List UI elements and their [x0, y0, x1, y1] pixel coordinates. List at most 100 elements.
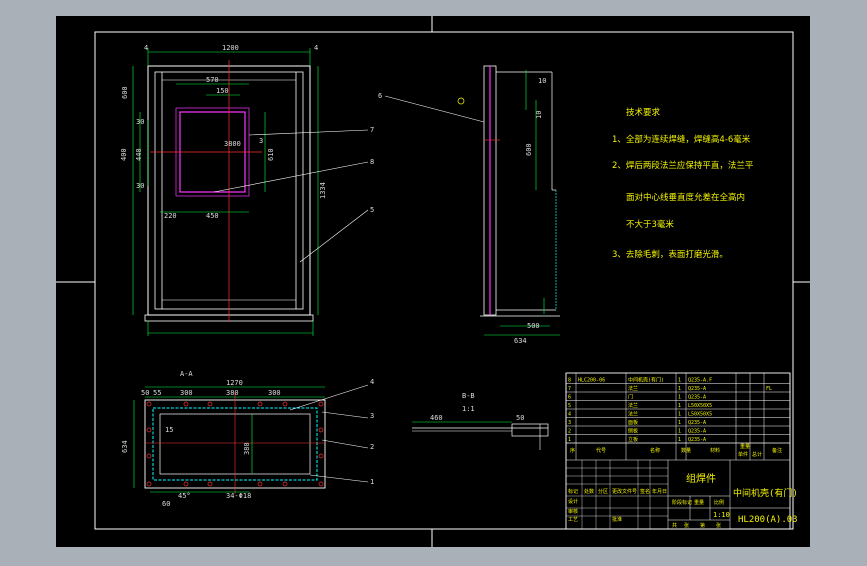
svg-text:220: 220 — [164, 212, 177, 220]
svg-text:1334: 1334 — [319, 182, 327, 199]
bom-cell: Q235-A.F — [688, 378, 712, 384]
svg-text:30: 30 — [136, 118, 144, 126]
bom-cell: 1 — [678, 420, 681, 426]
svg-text:634: 634 — [121, 440, 129, 453]
bom-cell: HLC200-06 — [578, 378, 605, 384]
svg-text:批准: 批准 — [612, 516, 622, 523]
bom-cell: 面板 — [628, 419, 638, 426]
bom-cell: Q235-A — [688, 386, 706, 392]
svg-text:重量: 重量 — [740, 443, 750, 450]
svg-text:代号: 代号 — [596, 447, 606, 454]
svg-text:50: 50 — [141, 389, 149, 397]
bom-cell: 法兰 — [628, 402, 638, 409]
bom-cell: 1 — [678, 429, 681, 435]
svg-text:15: 15 — [165, 426, 173, 434]
svg-text:审核: 审核 — [568, 508, 578, 515]
svg-text:序: 序 — [570, 447, 575, 454]
svg-text:重量: 重量 — [694, 499, 704, 506]
bom-cell: 6 — [568, 395, 571, 401]
engineering-drawing: 1200 4 4 570 150 600 400 440 30 30 610 2… — [56, 16, 810, 547]
svg-text:单件: 单件 — [738, 451, 748, 458]
svg-text:比例: 比例 — [714, 499, 724, 506]
bom-cell: 门 — [628, 394, 633, 401]
balloon-5: 5 — [370, 206, 374, 214]
svg-text:工艺: 工艺 — [568, 517, 578, 523]
svg-text:阶段标记: 阶段标记 — [672, 499, 692, 506]
bom-cell: 中间机壳(有门) — [628, 377, 664, 384]
svg-text:3: 3 — [259, 137, 263, 145]
svg-text:300: 300 — [180, 389, 193, 397]
svg-text:A-A: A-A — [180, 370, 193, 378]
svg-text:签名: 签名 — [640, 488, 650, 495]
bom-cell: 3 — [568, 420, 571, 426]
svg-text:分区: 分区 — [598, 488, 608, 495]
svg-text:张: 张 — [716, 522, 721, 529]
svg-text:不大于3毫米: 不大于3毫米 — [626, 219, 674, 230]
svg-text:150: 150 — [216, 87, 229, 95]
svg-text:300: 300 — [268, 389, 281, 397]
svg-text:570: 570 — [206, 76, 219, 84]
drawing-scale: 1:10 — [713, 511, 730, 519]
sheet-background — [56, 16, 810, 547]
svg-text:60: 60 — [162, 500, 170, 508]
svg-text:年月日: 年月日 — [652, 488, 667, 495]
bom-cell: 1 — [678, 403, 681, 409]
svg-text:10: 10 — [535, 111, 543, 119]
svg-text:440: 440 — [135, 148, 143, 161]
balloon-6: 6 — [378, 92, 382, 100]
svg-text:B-B: B-B — [462, 392, 475, 400]
svg-text:第: 第 — [700, 522, 705, 529]
bom-cell: Q235-A — [688, 395, 706, 401]
svg-text:更改文件号: 更改文件号 — [612, 488, 637, 495]
bom-cell: Q235-A — [688, 437, 706, 443]
svg-text:50: 50 — [516, 414, 524, 422]
bom-cell: 7 — [568, 386, 571, 392]
bom-cell: 1 — [678, 378, 681, 384]
bom-cell: L50X50X5 — [688, 412, 712, 418]
balloon-2: 2 — [370, 443, 374, 451]
balloon-8: 8 — [370, 158, 374, 166]
bom-cell: 法兰 — [628, 411, 638, 418]
svg-text:1270: 1270 — [226, 379, 243, 387]
bom-cell: Q235-A — [688, 420, 706, 426]
drawing-name: 组焊件 — [686, 472, 716, 485]
svg-text:600: 600 — [121, 86, 129, 99]
svg-text:500: 500 — [527, 322, 540, 330]
bom-cell: Q235-A — [688, 429, 706, 435]
balloon-1: 1 — [370, 478, 374, 486]
svg-text:面对中心线垂直度允差在全高内: 面对中心线垂直度允差在全高内 — [626, 192, 745, 203]
svg-text:技术要求: 技术要求 — [626, 107, 661, 118]
svg-text:634: 634 — [514, 337, 527, 345]
svg-text:380: 380 — [243, 442, 251, 455]
svg-text:450: 450 — [206, 212, 219, 220]
svg-text:2、焊后两段法兰应保持平直，法兰平: 2、焊后两段法兰应保持平直，法兰平 — [612, 160, 754, 171]
cad-viewport[interactable]: 1200 4 4 570 150 600 400 440 30 30 610 2… — [0, 0, 867, 562]
svg-text:4: 4 — [144, 44, 148, 52]
svg-text:1、全部为连续焊缝，焊缝高4-6毫米: 1、全部为连续焊缝，焊缝高4-6毫米 — [612, 134, 751, 145]
svg-text:600: 600 — [525, 143, 533, 156]
drawing-number: HL200(A).03 — [738, 515, 798, 525]
svg-text:总计: 总计 — [752, 451, 762, 458]
svg-text:610: 610 — [267, 148, 275, 161]
svg-text:3800: 3800 — [224, 140, 241, 148]
bom-cell: L50X50X5 — [688, 403, 712, 409]
svg-text:30: 30 — [136, 182, 144, 190]
svg-text:460: 460 — [430, 414, 443, 422]
svg-text:380: 380 — [226, 389, 239, 397]
svg-text:55: 55 — [153, 389, 161, 397]
svg-text:数量: 数量 — [681, 447, 691, 454]
bom-cell: 2 — [568, 429, 571, 435]
bom-cell: 1 — [678, 386, 681, 392]
svg-text:34-Φ18: 34-Φ18 — [226, 492, 251, 500]
svg-text:1:1: 1:1 — [462, 405, 475, 413]
svg-text:处数: 处数 — [584, 488, 594, 495]
bom-cell: 8 — [568, 378, 571, 384]
bom-cell: 1 — [678, 437, 681, 443]
svg-text:10: 10 — [538, 77, 546, 85]
bom-cell: 1 — [568, 437, 571, 443]
svg-text:3、去除毛刺，表面打磨光滑。: 3、去除毛刺，表面打磨光滑。 — [612, 249, 728, 260]
bom-cell: 侧板 — [628, 428, 638, 435]
balloon-7: 7 — [370, 126, 374, 134]
svg-text:45°: 45° — [178, 492, 191, 500]
bom-cell: 5 — [568, 403, 571, 409]
